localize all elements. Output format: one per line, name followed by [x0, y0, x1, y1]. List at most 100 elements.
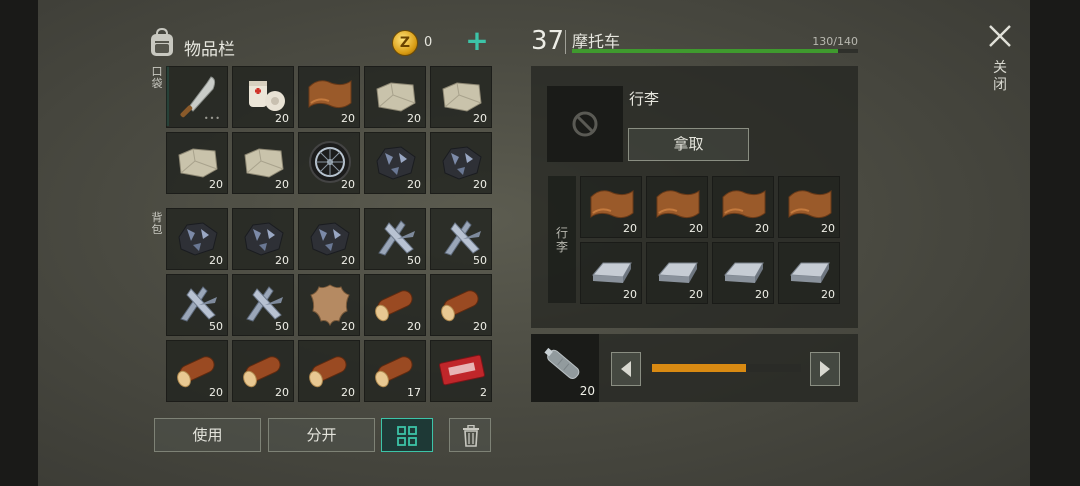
trunk-slot[interactable]: 20 [778, 176, 840, 238]
item-qty: 20 [755, 222, 769, 235]
backpack-slot[interactable]: 20 [166, 208, 228, 270]
inventory-title: 物品栏 [184, 40, 235, 60]
backpack-slot[interactable]: 50 [364, 208, 426, 270]
screen-edge-left [0, 0, 38, 486]
item-qty: 20 [209, 178, 223, 191]
item-qty: 20 [821, 288, 835, 301]
fuel-slot[interactable]: 20 [531, 334, 599, 402]
pocket-slot[interactable]: 20 [166, 132, 228, 194]
backpack-label: 背包 [151, 211, 163, 236]
item-qty: 20 [407, 178, 421, 191]
pocket-slot[interactable]: 20 [364, 66, 426, 128]
item-qty: 50 [407, 254, 421, 267]
trunk-grid: 20 20 20 20 20 20 20 20 [580, 176, 840, 304]
backpack-slot[interactable]: 50 [430, 208, 492, 270]
item-qty: 20 [341, 178, 355, 191]
pocket-slot[interactable]: ••• [166, 66, 228, 128]
item-qty: 20 [209, 386, 223, 399]
discard-button[interactable] [449, 418, 491, 452]
item-qty: 17 [407, 386, 421, 399]
prohibited-icon [572, 111, 598, 137]
pocket-label: 口袋 [151, 65, 163, 90]
pocket-slot[interactable]: 20 [298, 66, 360, 128]
arrow-right-icon [820, 361, 830, 377]
fuel-increase-button[interactable] [810, 352, 840, 386]
trunk-slot[interactable]: 20 [646, 176, 708, 238]
vehicle-durability-text: 130/140 [812, 35, 858, 48]
inventory-header: 物品栏 Z 0 + [148, 26, 493, 62]
item-qty: 50 [209, 320, 223, 333]
backpack-icon [151, 28, 173, 56]
backpack-slot[interactable]: 20 [166, 340, 228, 402]
pocket-grid: ••• 20 20 20 20 20 20 20 20 20 [166, 66, 492, 194]
vehicle-level: 37 [531, 26, 565, 56]
item-qty: 2 [480, 386, 487, 399]
close-icon [989, 25, 1011, 47]
item-qty: 20 [473, 178, 487, 191]
pocket-slot[interactable]: 20 [298, 132, 360, 194]
auto-arrange-button[interactable] [381, 418, 433, 452]
item-qty: 20 [341, 320, 355, 333]
backpack-slot[interactable]: 20 [430, 274, 492, 336]
item-qty: 20 [473, 320, 487, 333]
empty-equipment-slot[interactable] [547, 86, 623, 162]
grid-icon [397, 426, 417, 446]
item-qty: 20 [623, 222, 637, 235]
pocket-slot[interactable]: 20 [430, 66, 492, 128]
backpack-slot[interactable]: 50 [232, 274, 294, 336]
use-button[interactable]: 使用 [154, 418, 261, 452]
durability-dots: ••• [203, 114, 221, 123]
item-qty: 20 [821, 222, 835, 235]
durability-bar [572, 49, 858, 53]
trunk-slot[interactable]: 20 [580, 176, 642, 238]
item-qty: 20 [689, 222, 703, 235]
backpack-slot[interactable]: 17 [364, 340, 426, 402]
split-button[interactable]: 分开 [268, 418, 375, 452]
item-qty: 20 [407, 320, 421, 333]
item-qty: 20 [341, 254, 355, 267]
item-qty: 20 [275, 112, 289, 125]
bottle-icon [544, 347, 580, 379]
backpack-slot[interactable]: 20 [232, 340, 294, 402]
trunk-side-tab[interactable]: 行李 [548, 176, 576, 303]
item-qty: 20 [407, 112, 421, 125]
arrow-left-icon [621, 361, 631, 377]
backpack-grid: 20 20 20 50 50 50 50 20 20 20 20 20 20 17 2 [166, 208, 492, 402]
add-coins-button[interactable]: + [464, 27, 490, 55]
item-qty: 20 [755, 288, 769, 301]
item-qty: 20 [689, 288, 703, 301]
pocket-slot[interactable]: 20 [364, 132, 426, 194]
fuel-level-bar [652, 364, 801, 372]
trunk-side-label: 行李 [555, 226, 568, 254]
trunk-title: 行李 [629, 90, 660, 108]
trash-icon [463, 425, 479, 447]
machete-icon [180, 76, 216, 118]
trunk-slot[interactable]: 20 [646, 242, 708, 304]
pocket-slot[interactable]: 20 [430, 132, 492, 194]
backpack-slot[interactable]: 20 [298, 208, 360, 270]
trunk-slot[interactable]: 20 [580, 242, 642, 304]
close-label[interactable]: 关闭 [992, 60, 1008, 94]
durability-bar-fill [572, 49, 838, 53]
trunk-slot[interactable]: 20 [778, 242, 840, 304]
backpack-slot[interactable]: 20 [298, 340, 360, 402]
trunk-slot[interactable]: 20 [712, 176, 774, 238]
screen-edge-right [1030, 0, 1080, 486]
item-qty: 20 [209, 254, 223, 267]
close-button[interactable] [986, 22, 1014, 50]
item-qty: 20 [341, 386, 355, 399]
backpack-slot[interactable]: 20 [298, 274, 360, 336]
pocket-slot[interactable]: 20 [232, 132, 294, 194]
backpack-slot[interactable]: 20 [232, 208, 294, 270]
backpack-slot[interactable]: 2 [430, 340, 492, 402]
take-all-button[interactable]: 拿取 [628, 128, 749, 161]
item-qty: 20 [623, 288, 637, 301]
fuel-decrease-button[interactable] [611, 352, 641, 386]
backpack-slot[interactable]: 50 [166, 274, 228, 336]
pocket-slot[interactable]: 20 [232, 66, 294, 128]
backpack-slot[interactable]: 20 [364, 274, 426, 336]
fuel-qty: 20 [579, 384, 595, 398]
trunk-slot[interactable]: 20 [712, 242, 774, 304]
item-qty: 50 [473, 254, 487, 267]
item-qty: 20 [473, 112, 487, 125]
